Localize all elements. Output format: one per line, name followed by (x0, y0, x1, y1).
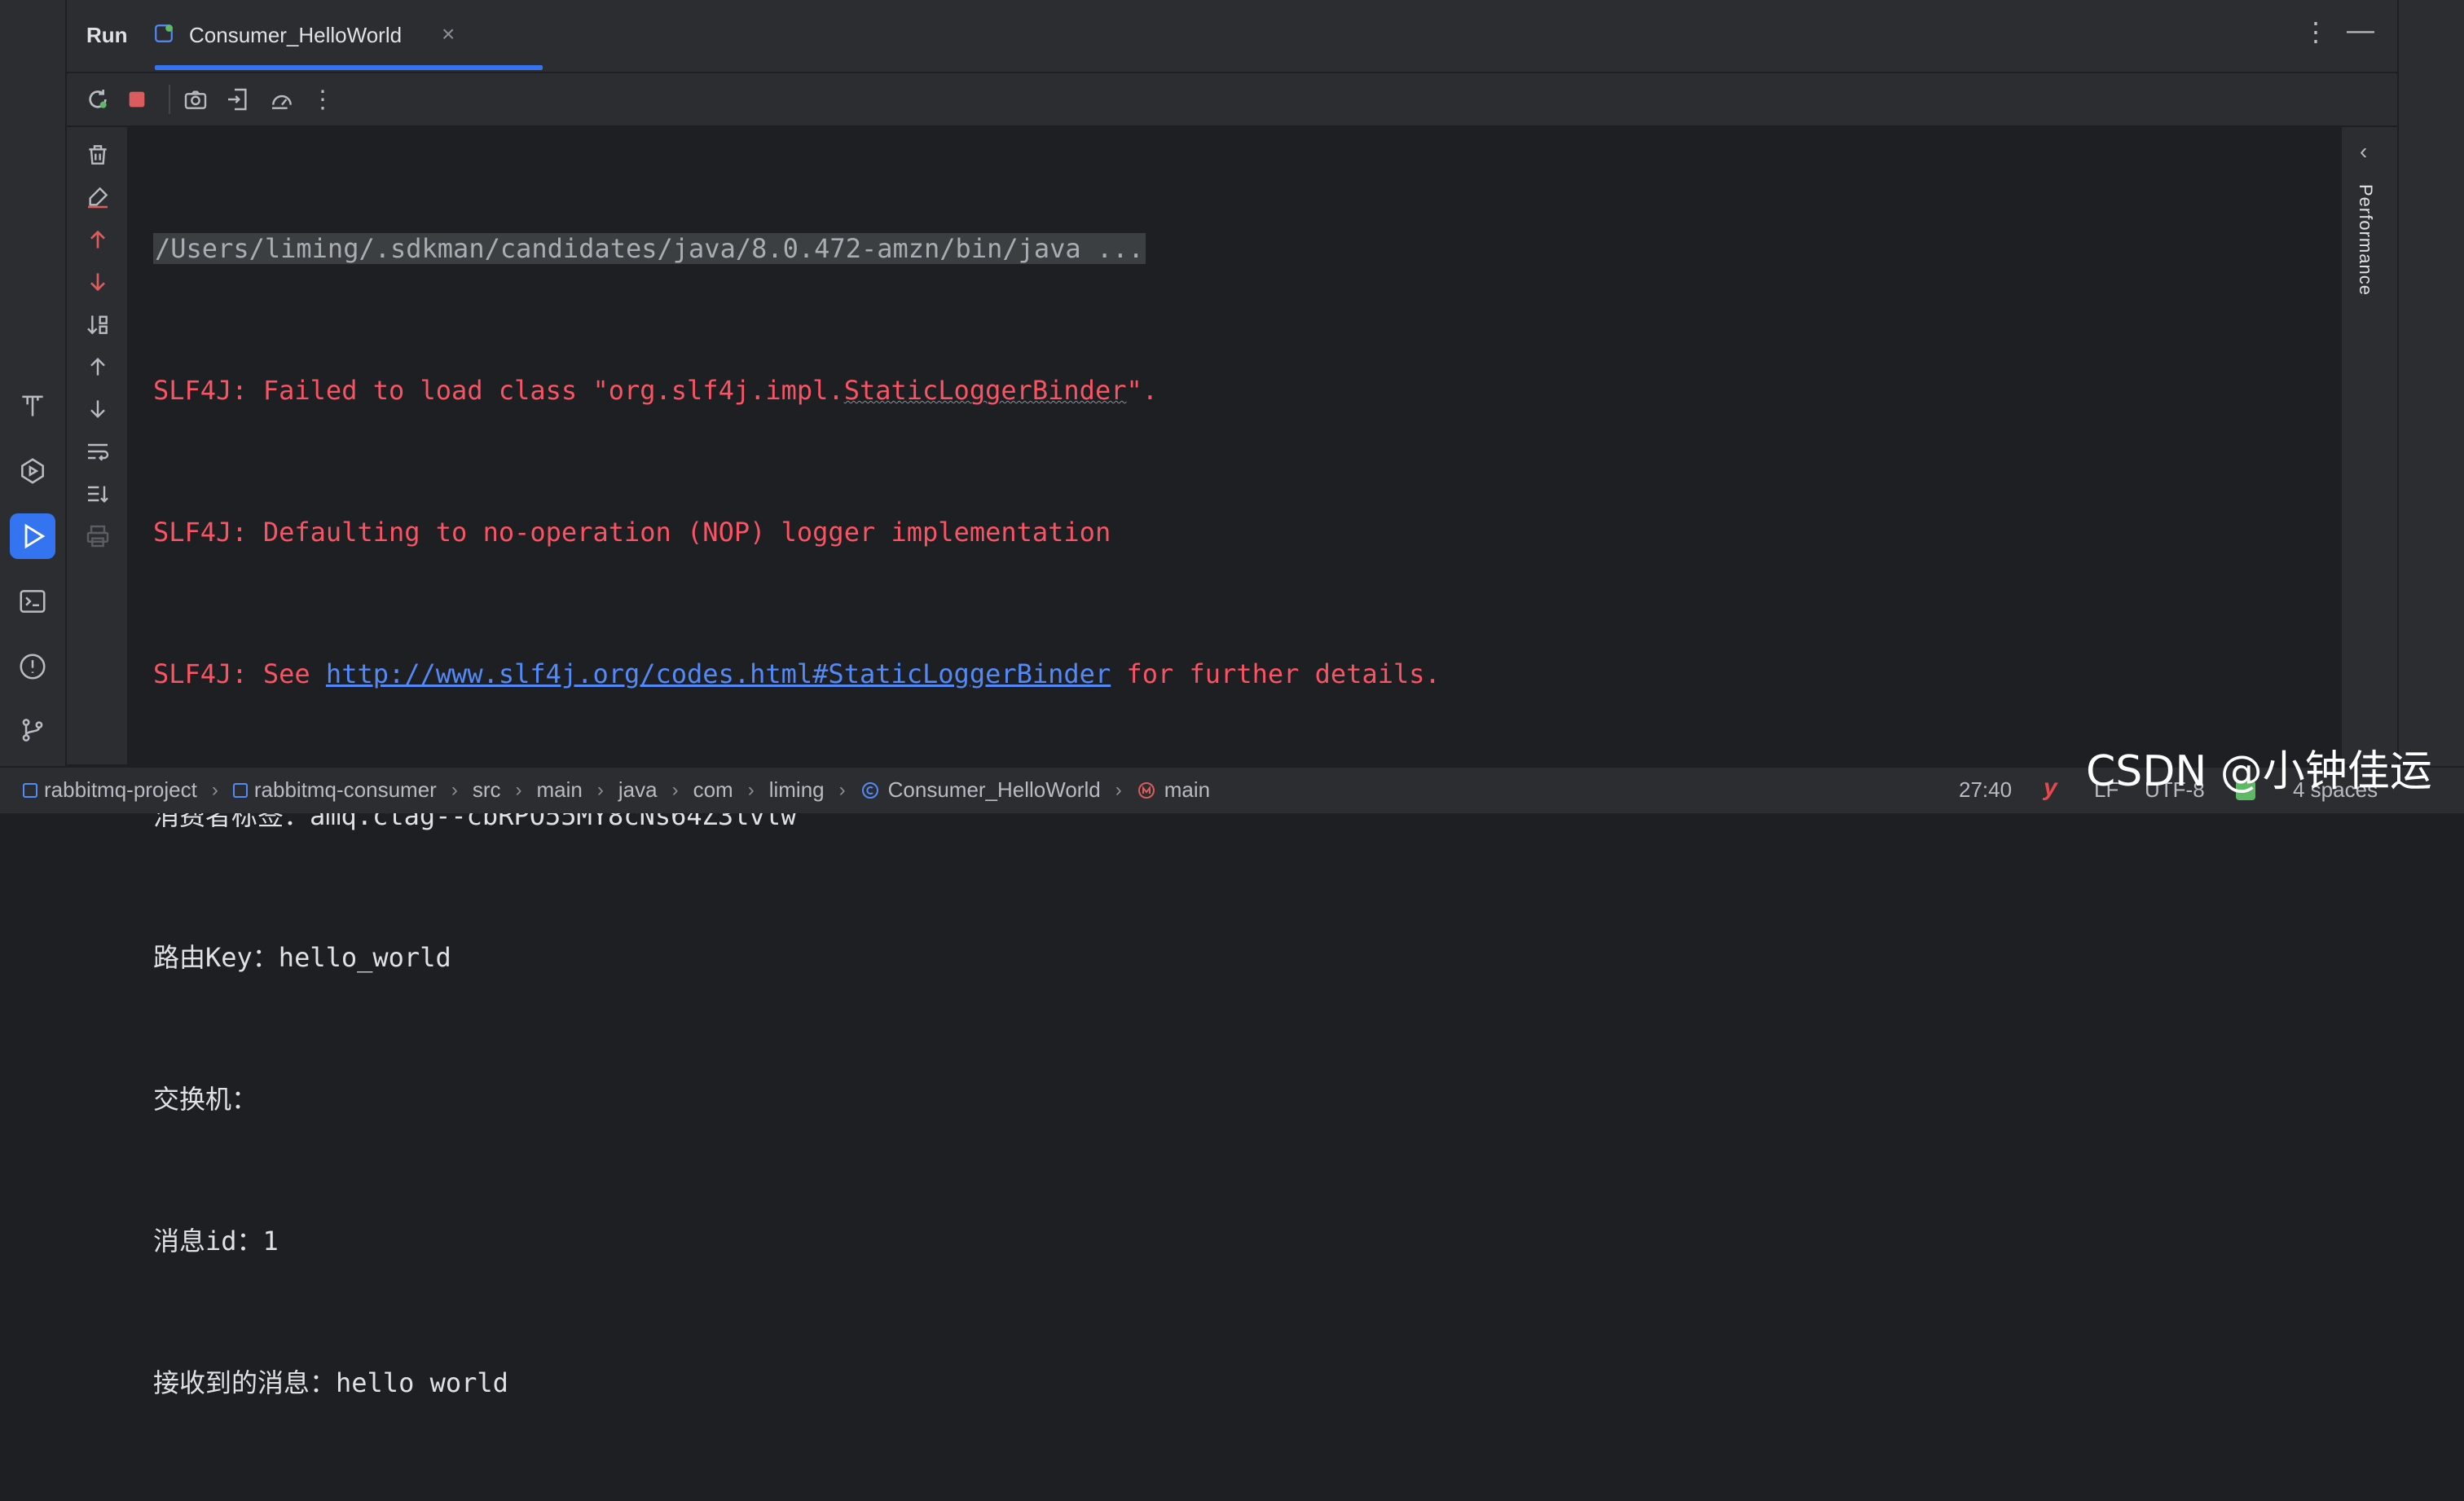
build-icon[interactable] (10, 383, 55, 429)
error-text-end: ". (1126, 375, 1158, 406)
module-icon (232, 782, 248, 798)
console-line-message-body: 接收到的消息：hello world (153, 1367, 508, 1398)
breadcrumb-item[interactable]: java (618, 777, 658, 803)
performance-panel-strip: ‹ Performance (2340, 127, 2397, 764)
chevron-right-icon: › (596, 778, 604, 801)
csdn-watermark: CSDN @小钟佳运 (2086, 747, 2432, 796)
module-icon (23, 782, 37, 798)
tab-close-icon[interactable]: × (442, 21, 455, 47)
chevron-right-icon: › (1115, 778, 1122, 801)
run-panel: Run Consumer_HelloWorld × ⋮ — ⋮ /Users/l… (67, 0, 2399, 1398)
console-output[interactable]: /Users/liming/.sdkman/candidates/java/8.… (129, 127, 2399, 1398)
run-title: Run (86, 23, 128, 47)
run-toolbar: ⋮ (67, 73, 2397, 127)
console-line-exchange: 交换机： (153, 1084, 258, 1115)
cursor-position[interactable]: 27:40 (1959, 777, 2012, 803)
profiler-icon[interactable] (266, 83, 298, 116)
console-line-error: SLF4J: Failed to load class "org.slf4j.i… (153, 367, 1441, 414)
print-icon (81, 520, 114, 552)
console-line-routing-key: 路由Key：hello_world (153, 942, 451, 973)
expand-chevron-icon[interactable]: ‹ (2360, 139, 2367, 165)
toolbar-more-icon[interactable]: ⋮ (306, 83, 339, 116)
error-text: SLF4J: See (153, 658, 326, 689)
chevron-right-icon: › (838, 778, 846, 801)
breadcrumb-item[interactable]: com (693, 777, 733, 803)
import-icon[interactable] (222, 83, 254, 116)
clear-highlight-icon[interactable] (81, 181, 114, 213)
sort-icon[interactable] (81, 308, 114, 341)
prev-error-icon[interactable] (81, 223, 114, 256)
stop-icon[interactable] (121, 83, 153, 116)
toolbar-separator (169, 85, 170, 114)
breadcrumb-item[interactable]: liming (769, 777, 825, 803)
chevron-right-icon: › (671, 778, 679, 801)
camera-icon[interactable] (179, 83, 212, 116)
java-command-line[interactable]: /Users/liming/.sdkman/candidates/java/8.… (153, 233, 1146, 264)
breadcrumb-item[interactable]: main (1137, 777, 1210, 803)
chevron-right-icon: › (451, 778, 458, 801)
problems-icon[interactable] (10, 644, 55, 689)
chevron-right-icon: › (515, 778, 522, 801)
performance-tab[interactable]: Performance (2355, 184, 2376, 296)
run-panel-header: Run Consumer_HelloWorld × ⋮ — (67, 0, 2397, 73)
active-tab-indicator (155, 65, 543, 70)
breadcrumb-item[interactable]: src (473, 777, 501, 803)
breadcrumb-item[interactable]: main (537, 777, 583, 803)
breadcrumb-item[interactable]: rabbitmq-project (23, 777, 197, 803)
breadcrumb: rabbitmq-project › rabbitmq-consumer › s… (23, 777, 1210, 803)
slf4j-docs-link[interactable]: http://www.slf4j.org/codes.html#StaticLo… (326, 658, 1111, 689)
method-icon (1137, 781, 1155, 799)
console-line-error: SLF4J: Defaulting to no-operation (NOP) … (153, 517, 1111, 548)
class-icon (861, 781, 878, 799)
left-tool-strip (0, 0, 67, 766)
console-side-actions (67, 127, 129, 764)
soft-wrap-icon[interactable] (81, 435, 114, 468)
console-line-message-id: 消息id：1 (153, 1226, 279, 1257)
chevron-right-icon: › (747, 778, 755, 801)
next-error-icon[interactable] (81, 266, 114, 298)
trash-icon[interactable] (81, 139, 114, 171)
services-icon[interactable] (10, 448, 55, 494)
breadcrumb-item[interactable]: Consumer_HelloWorld (860, 777, 1101, 803)
breadcrumb-item[interactable]: rabbitmq-consumer (232, 777, 437, 803)
chevron-right-icon: › (211, 778, 218, 801)
error-text-end: for further details. (1111, 658, 1441, 689)
scroll-down-icon[interactable] (81, 393, 114, 425)
run-tool-icon[interactable] (10, 513, 55, 559)
error-class-name: StaticLoggerBinder (843, 375, 1127, 406)
rerun-icon[interactable] (81, 83, 114, 116)
right-tool-strip (2399, 0, 2464, 766)
java-class-run-icon (153, 23, 174, 44)
minimize-icon[interactable]: — (2347, 15, 2374, 46)
git-icon[interactable] (10, 707, 55, 753)
tab-consumer-helloworld[interactable]: Consumer_HelloWorld (189, 23, 402, 48)
youdao-plugin-icon[interactable]: y (2044, 774, 2057, 802)
scroll-to-end-icon[interactable] (81, 478, 114, 510)
error-text: SLF4J: Failed to load class "org.slf4j.i… (153, 375, 844, 406)
more-options-icon[interactable]: ⋮ (2303, 16, 2329, 47)
scroll-up-icon[interactable] (81, 350, 114, 383)
console-line-error: SLF4J: See http://www.slf4j.org/codes.ht… (153, 650, 1441, 698)
terminal-icon[interactable] (10, 579, 55, 624)
